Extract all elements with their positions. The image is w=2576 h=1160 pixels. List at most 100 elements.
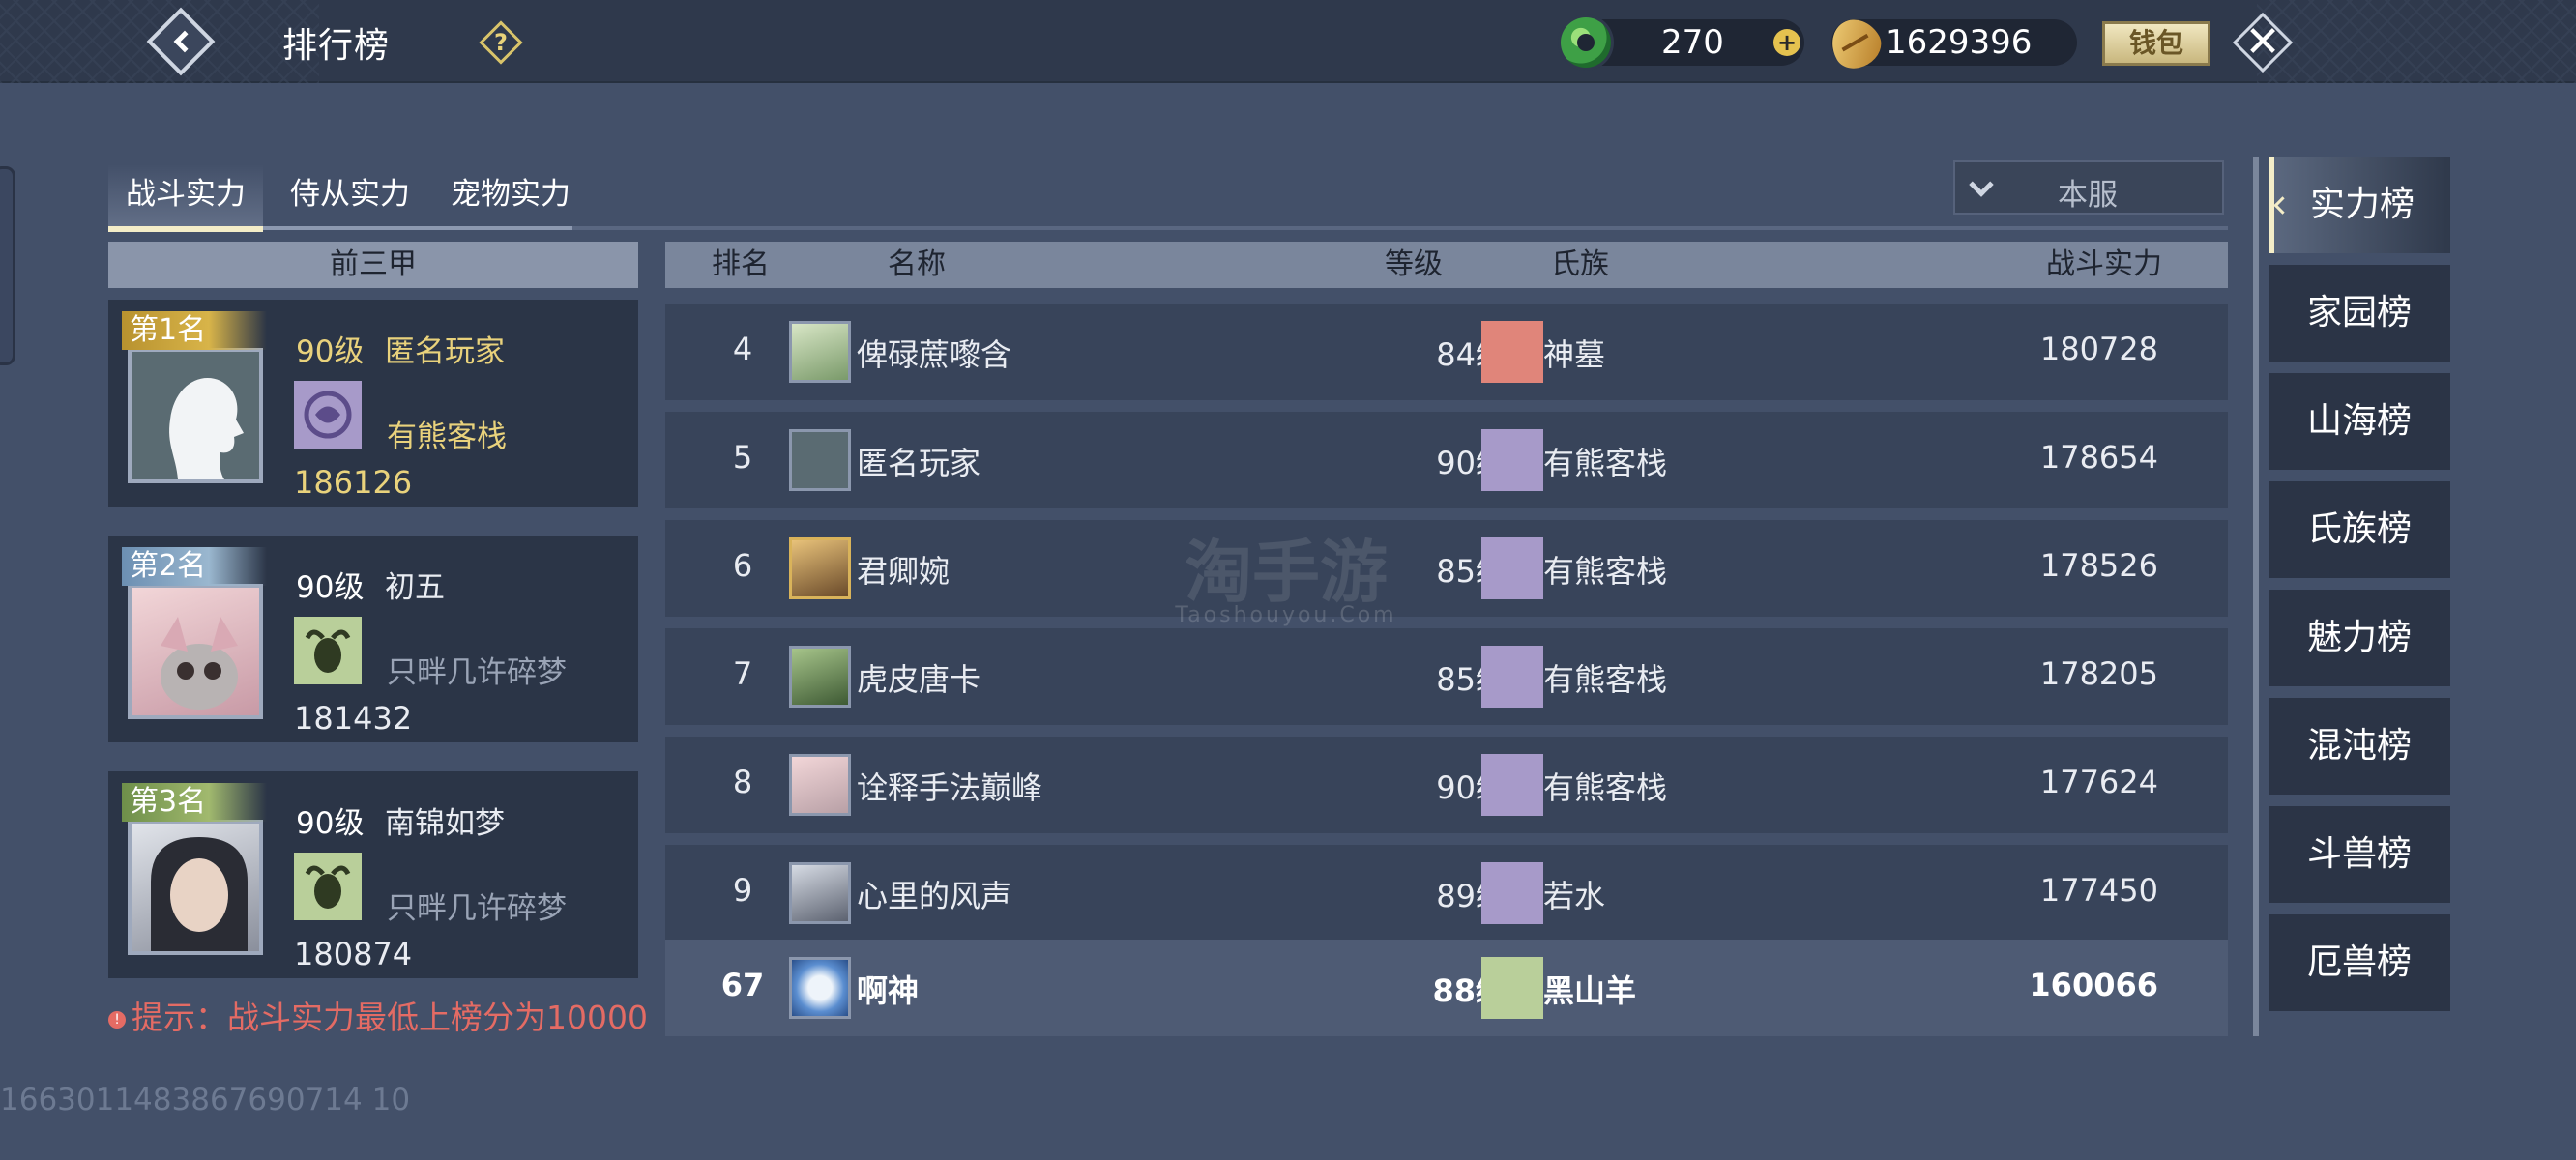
avatar — [789, 537, 851, 599]
clan-emblem-icon — [294, 381, 362, 449]
close-button[interactable]: ✕ — [2232, 12, 2294, 73]
sidebar-divider — [2253, 157, 2259, 1036]
sidebar-item-charm[interactable]: 魅力榜 — [2269, 590, 2450, 686]
tab-combat-power[interactable]: 战斗实力 — [108, 164, 263, 232]
row-clan: 黑山羊 — [1543, 972, 1637, 1009]
question-icon: ? — [494, 29, 508, 56]
avatar — [128, 584, 263, 719]
avatar — [789, 862, 851, 924]
column-clan: 氏族 — [1551, 247, 1609, 281]
table-row[interactable]: 9 心里的风声 89级 若水 177450 — [665, 845, 2228, 942]
row-name: 诠释手法巅峰 — [857, 769, 1043, 806]
sidebar-item-chaos[interactable]: 混沌榜 — [2269, 698, 2450, 795]
top3-header: 前三甲 — [108, 242, 638, 288]
player-name: 南锦如梦 — [385, 806, 505, 841]
sidebar-item-clan[interactable]: 氏族榜 — [2269, 481, 2450, 578]
pet-portrait-icon — [161, 617, 238, 710]
combat-power: 181432 — [294, 700, 413, 737]
player-name: 初五 — [385, 570, 445, 605]
tab-pet-power[interactable]: 宠物实力 — [433, 164, 588, 228]
top3-card-1[interactable]: 第1名 90级 匿名玩家 有熊客栈 186126 — [108, 300, 638, 507]
left-edge-tab[interactable] — [0, 166, 15, 365]
top3-card-2[interactable]: 第2名 90级 初五 只畔几许碎梦 181432 — [108, 536, 638, 742]
row-power: 178526 — [2039, 547, 2158, 584]
row-clan: 神墓 — [1543, 336, 1606, 373]
row-clan: 有熊客栈 — [1543, 553, 1668, 590]
clan-emblem-icon — [1481, 321, 1543, 383]
add-jade-button[interactable]: + — [1773, 29, 1800, 56]
table-row[interactable]: 4 俾碌蔗嚟含 84级 神墓 180728 — [665, 304, 2228, 400]
row-power: 178205 — [2039, 655, 2158, 692]
my-ranking-row[interactable]: 67 啊神 88级 黑山羊 160066 — [665, 940, 2228, 1036]
sidebar-item-beast-fight[interactable]: 斗兽榜 — [2269, 806, 2450, 903]
clan-emblem-icon — [1481, 429, 1543, 491]
row-clan: 有熊客栈 — [1543, 661, 1668, 698]
table-row[interactable]: 5 匿名玩家 90级 有熊客栈 178654 — [665, 412, 2228, 508]
jade-currency-icon — [1561, 17, 1611, 68]
sidebar-item-mountain-sea[interactable]: 山海榜 — [2269, 373, 2450, 470]
avatar — [789, 429, 851, 491]
clan-name: 只畔几许碎梦 — [387, 655, 567, 690]
character-portrait-icon — [151, 837, 248, 951]
rank-ribbon: 第2名 — [122, 547, 267, 586]
clan-name: 只畔几许碎梦 — [387, 891, 567, 926]
clan-emblem-icon — [294, 853, 362, 920]
clan-emblem-icon — [294, 617, 362, 684]
back-button[interactable] — [146, 7, 216, 76]
combat-power: 180874 — [294, 936, 413, 972]
row-name: 匿名玩家 — [857, 445, 981, 481]
server-filter-dropdown[interactable]: 本服 — [1953, 160, 2224, 215]
player-level: 90级 — [296, 806, 365, 841]
minimum-score-tip: ! 提示：战斗实力最低上榜分为10000 — [108, 992, 648, 1038]
table-row[interactable]: 6 君卿婉 85级 有熊客栈 178526 — [665, 520, 2228, 617]
tab-attendant-power[interactable]: 侍从实力 — [273, 164, 427, 228]
watermark: 淘手游 — [1185, 533, 1388, 612]
row-power: 178654 — [2039, 439, 2158, 476]
avatar — [128, 820, 263, 955]
column-level: 等级 — [1385, 247, 1443, 281]
row-name: 君卿婉 — [857, 553, 951, 590]
avatar — [789, 754, 851, 816]
top-bar-decoration-right — [2257, 0, 2576, 83]
row-power: 160066 — [2029, 967, 2158, 1003]
coin-amount: 1629396 — [1886, 23, 2033, 62]
watermark-subtitle: Taoshouyou.Com — [1175, 603, 1397, 627]
table-row[interactable]: 8 诠释手法巅峰 90级 有熊客栈 177624 — [665, 737, 2228, 833]
row-name: 心里的风声 — [857, 878, 1012, 914]
tip-text: 提示：战斗实力最低上榜分为10000 — [132, 999, 648, 1036]
sidebar-item-evil-beast[interactable]: 厄兽榜 — [2269, 914, 2450, 1011]
avatar — [128, 348, 263, 483]
player-name: 匿名玩家 — [385, 334, 505, 369]
row-power: 177624 — [2039, 764, 2158, 800]
row-name: 俾碌蔗嚟含 — [857, 336, 1012, 373]
column-rank: 排名 — [712, 247, 770, 281]
clan-emblem-icon — [1481, 646, 1543, 708]
row-power: 180728 — [2039, 331, 2158, 367]
clan-emblem-icon — [1481, 862, 1543, 924]
sidebar-item-power[interactable]: 实力榜 — [2269, 157, 2450, 253]
combat-power: 186126 — [294, 464, 413, 501]
rank-ribbon: 第1名 — [122, 311, 267, 350]
sidebar-item-home[interactable]: 家园榜 — [2269, 265, 2450, 362]
clan-name: 有熊客栈 — [387, 420, 507, 454]
player-level: 90级 — [296, 334, 365, 369]
server-filter-value: 本服 — [2058, 178, 2118, 213]
rank-ribbon: 第3名 — [122, 783, 267, 822]
row-power: 177450 — [2039, 872, 2158, 909]
row-clan: 有熊客栈 — [1543, 445, 1668, 481]
help-button[interactable]: ? — [479, 20, 523, 65]
silhouette-icon — [169, 378, 244, 479]
wallet-button[interactable]: 钱包 — [2102, 21, 2210, 66]
row-name: 虎皮唐卡 — [857, 661, 981, 698]
top3-card-3[interactable]: 第3名 90级 南锦如梦 只畔几许碎梦 180874 — [108, 771, 638, 978]
warning-icon: ! — [108, 1010, 126, 1029]
row-clan: 若水 — [1543, 878, 1606, 914]
close-icon: ✕ — [2244, 17, 2281, 67]
clan-emblem-icon — [1481, 537, 1543, 599]
jade-amount: 270 — [1661, 23, 1724, 62]
table-row[interactable]: 7 虎皮唐卡 85级 有熊客栈 178205 — [665, 628, 2228, 725]
column-name: 名称 — [888, 247, 946, 281]
row-clan: 有熊客栈 — [1543, 769, 1668, 806]
row-name: 啊神 — [857, 972, 920, 1009]
player-level: 90级 — [296, 570, 365, 605]
